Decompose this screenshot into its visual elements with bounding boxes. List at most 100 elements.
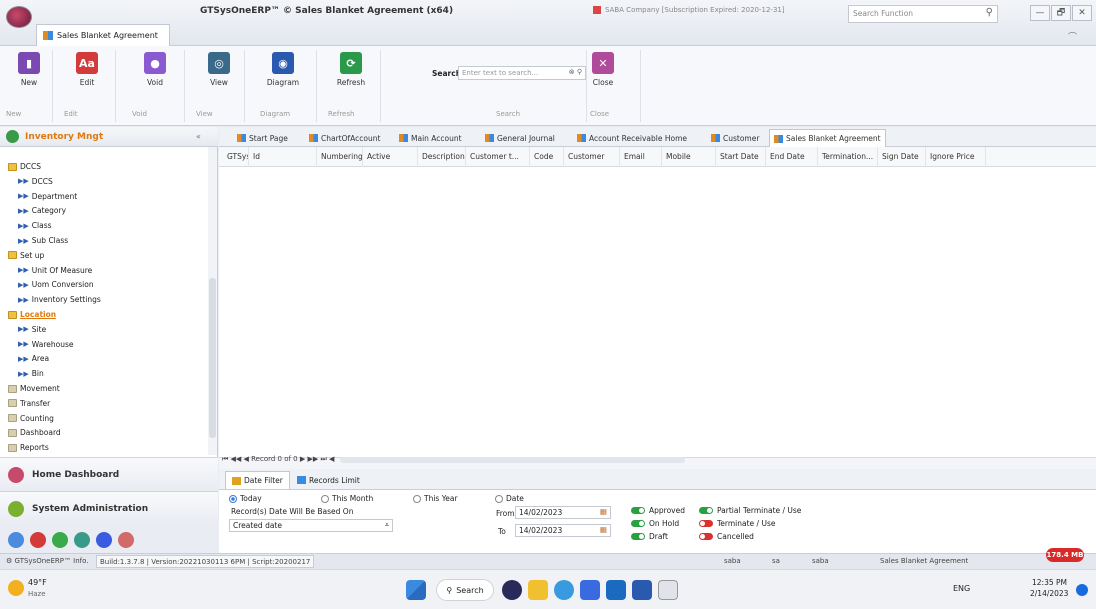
tab-general-journal[interactable]: General Journal xyxy=(481,129,559,147)
column-header[interactable]: Termination... xyxy=(818,147,878,167)
app-logo-icon[interactable] xyxy=(6,6,32,28)
column-header[interactable]: End Date xyxy=(766,147,818,167)
collapse-sidebar-button[interactable]: « xyxy=(196,132,201,141)
toggle-terminate[interactable]: Terminate / Use xyxy=(699,519,775,528)
sidebar-header[interactable]: Inventory Mngt « xyxy=(0,127,218,147)
module-icon[interactable] xyxy=(30,532,46,548)
view-button[interactable]: ◎ View xyxy=(194,52,244,87)
module-icon[interactable] xyxy=(52,532,68,548)
tree-item[interactable]: Reports xyxy=(8,442,49,453)
tree-item[interactable]: ▶▶ DCCS xyxy=(18,176,53,187)
column-header[interactable]: Mobile xyxy=(662,147,716,167)
column-header[interactable]: Active xyxy=(363,147,418,167)
module-icon[interactable] xyxy=(96,532,112,548)
tree-item[interactable]: ▶▶ Warehouse xyxy=(18,339,73,350)
column-header[interactable]: Start Date xyxy=(716,147,766,167)
radio-this-year[interactable]: This Year xyxy=(413,494,458,503)
tab-chart-of-account[interactable]: ChartOfAccount xyxy=(305,129,384,147)
tree-item[interactable]: Movement xyxy=(8,383,60,394)
taskbar-search[interactable]: ⚲ Search xyxy=(436,579,494,601)
chat-icon[interactable] xyxy=(502,580,522,600)
tree-item[interactable]: ▶▶ Class xyxy=(18,220,52,231)
column-header[interactable]: Sign Date xyxy=(878,147,926,167)
erp-app-icon[interactable] xyxy=(658,580,678,600)
search-function-input[interactable]: Search Function ⚲ xyxy=(848,5,998,23)
user-indicator[interactable]: sa xyxy=(772,557,780,565)
tree-item[interactable]: ▶▶ Sub Class xyxy=(18,235,68,246)
record-pager[interactable]: ⏮ ◀◀ ◀ Record 0 of 0 ▶ ▶▶ ⏭ ◀ xyxy=(222,455,334,464)
file-explorer-icon[interactable] xyxy=(528,580,548,600)
close-button[interactable]: ✕ Close xyxy=(578,52,628,87)
column-header[interactable]: Customer t... xyxy=(466,147,530,167)
tab-account-receivable-home[interactable]: Account Receivable Home xyxy=(573,129,691,147)
maximize-button[interactable]: 🗗 xyxy=(1051,5,1071,21)
refresh-button[interactable]: ⟳ Refresh xyxy=(326,52,376,87)
tree-item[interactable]: ▶▶ Bin xyxy=(18,368,44,379)
new-button[interactable]: ▮ New xyxy=(4,52,54,87)
to-date-input[interactable]: 14/02/2023 ▦ xyxy=(515,524,611,537)
ribbon-expand-icon[interactable]: ⌒ xyxy=(1068,30,1077,43)
tree-item[interactable]: DCCS xyxy=(8,161,41,172)
sidebar-scroll-thumb[interactable] xyxy=(209,278,216,438)
column-header[interactable]: Numbering xyxy=(317,147,363,167)
notification-icon[interactable] xyxy=(1076,584,1088,596)
app-icon[interactable] xyxy=(580,580,600,600)
tab-customer[interactable]: Customer xyxy=(707,129,763,147)
tree-item[interactable]: ▶▶ Area xyxy=(18,353,49,364)
toggle-draft[interactable]: Draft xyxy=(631,532,668,541)
tab-date-filter[interactable]: Date Filter xyxy=(225,471,290,489)
tree-item[interactable]: ▶▶ Site xyxy=(18,324,46,335)
column-header[interactable]: Description xyxy=(418,147,466,167)
column-header[interactable]: Email xyxy=(620,147,662,167)
language-indicator[interactable]: ENG xyxy=(953,584,970,593)
toggle-approved[interactable]: Approved xyxy=(631,506,685,515)
tree-item[interactable]: Location xyxy=(8,309,56,320)
chrome-icon[interactable] xyxy=(554,580,574,600)
home-dashboard-button[interactable]: Home Dashboard xyxy=(0,457,218,491)
column-header[interactable]: Ignore Price xyxy=(926,147,986,167)
windows-start-icon[interactable] xyxy=(406,580,426,600)
tree-item[interactable]: ▶▶ Department xyxy=(18,191,77,202)
tree-item[interactable]: ▶▶ Category xyxy=(18,205,66,216)
clock-time[interactable]: 12:35 PM xyxy=(1032,578,1067,587)
user-indicator[interactable]: saba xyxy=(724,557,741,565)
user-indicator[interactable]: saba xyxy=(812,557,829,565)
tree-item[interactable]: ▶▶ Uom Conversion xyxy=(18,279,94,290)
radio-date[interactable]: Date xyxy=(495,494,524,503)
from-date-input[interactable]: 14/02/2023 ▦ xyxy=(515,506,611,519)
tab-sales-blanket-agreement[interactable]: Sales Blanket Agreement xyxy=(769,129,886,147)
ribbon-search-input[interactable]: Enter text to search... ⊗ ⚲ xyxy=(458,66,586,80)
column-header[interactable]: Code xyxy=(530,147,564,167)
close-window-button[interactable]: ✕ xyxy=(1072,5,1092,21)
void-button[interactable]: ● Void xyxy=(130,52,180,87)
minimize-button[interactable]: — xyxy=(1030,5,1050,21)
data-grid[interactable]: GTSys Id Numbering Active Description Custome… xyxy=(219,147,1096,457)
tree-item[interactable]: Dashboard xyxy=(8,427,61,438)
column-header[interactable]: GTSys xyxy=(223,147,249,167)
tree-item[interactable]: Transfer xyxy=(8,398,50,409)
outlook-icon[interactable] xyxy=(606,580,626,600)
tree-item[interactable]: Counting xyxy=(8,413,54,424)
weather-icon[interactable] xyxy=(8,580,24,596)
column-header[interactable]: Id xyxy=(249,147,317,167)
grid-horizontal-scrollbar[interactable] xyxy=(340,457,685,463)
module-icon[interactable] xyxy=(74,532,90,548)
edit-button[interactable]: Aa Edit xyxy=(62,52,112,87)
module-icon[interactable] xyxy=(118,532,134,548)
toggle-on-hold[interactable]: On Hold xyxy=(631,519,679,528)
toggle-cancelled[interactable]: Cancelled xyxy=(699,532,754,541)
info-label[interactable]: ⚙ GTSysOneERP™ Info. xyxy=(6,557,89,565)
calendar-icon[interactable]: ▦ xyxy=(600,507,607,516)
module-icon[interactable] xyxy=(8,532,24,548)
clock-date[interactable]: 2/14/2023 xyxy=(1030,589,1068,598)
tree-item[interactable]: Set up xyxy=(8,250,44,261)
tree-item[interactable]: ▶▶ Unit Of Measure xyxy=(18,265,92,276)
system-administration-button[interactable]: System Administration xyxy=(0,491,218,525)
calendar-icon[interactable]: ▦ xyxy=(600,525,607,534)
based-on-select[interactable]: Created date ⩡ xyxy=(229,519,393,532)
tree-item[interactable]: ▶▶ Inventory Settings xyxy=(18,294,101,305)
radio-this-month[interactable]: This Month xyxy=(321,494,373,503)
search-icon[interactable]: ⚲ xyxy=(986,7,993,18)
column-header[interactable]: Customer xyxy=(564,147,620,167)
word-icon[interactable] xyxy=(632,580,652,600)
